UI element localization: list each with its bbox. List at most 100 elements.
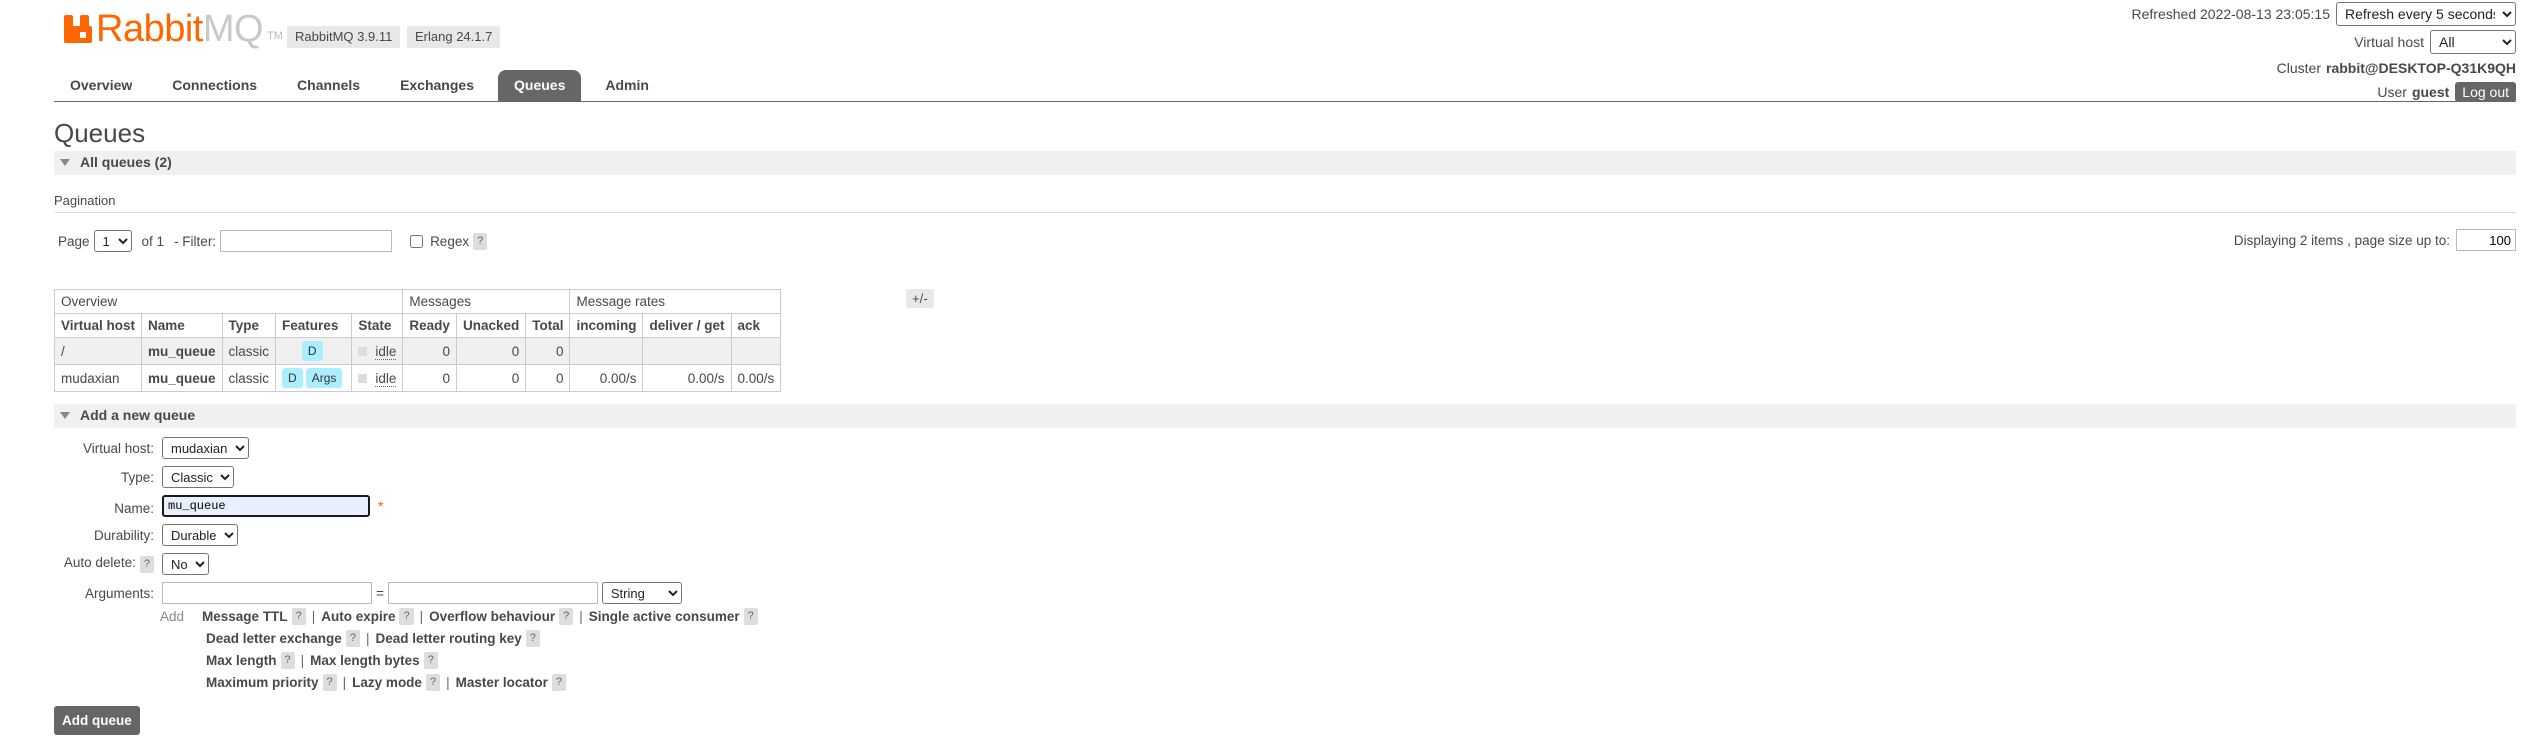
page-count: of 1 [141, 233, 165, 249]
help-icon[interactable]: ? [280, 651, 295, 669]
virtual-host-filter-select[interactable]: All [2430, 30, 2516, 54]
arg-link-auto-expire[interactable]: Auto expire [321, 609, 395, 624]
help-icon[interactable]: ? [743, 607, 758, 625]
help-icon[interactable]: ? [525, 629, 540, 647]
tab-exchanges[interactable]: Exchanges [384, 70, 490, 102]
arg-link-max-length-bytes[interactable]: Max length bytes [310, 653, 420, 668]
arg-link-overflow-behaviour[interactable]: Overflow behaviour [429, 609, 555, 624]
tab-admin[interactable]: Admin [589, 70, 665, 102]
cell-features: D Args [275, 364, 353, 392]
help-icon[interactable]: ? [559, 607, 574, 625]
main-nav: Overview Connections Channels Exchanges … [54, 70, 673, 102]
logout-button[interactable]: Log out [2455, 82, 2516, 102]
pagination-controls: Page 1 of 1 - Filter: Regex ? [58, 230, 488, 252]
filter-input[interactable] [220, 230, 393, 252]
collapse-triangle-icon [60, 159, 70, 166]
col-ack[interactable]: ack [730, 313, 782, 338]
filter-label: - Filter: [174, 233, 217, 249]
group-message-rates: Message rates [569, 289, 782, 314]
regex-help-icon[interactable]: ? [473, 232, 488, 250]
help-icon[interactable]: ? [423, 651, 438, 669]
tab-connections[interactable]: Connections [156, 70, 273, 102]
add-queue-button[interactable]: Add queue [54, 706, 140, 735]
logo-tm: TM [267, 30, 283, 42]
rabbit-logo-icon [64, 15, 92, 43]
arg-link-message-ttl[interactable]: Message TTL [202, 609, 288, 624]
queue-name-input[interactable] [162, 495, 370, 517]
col-incoming[interactable]: incoming [569, 313, 644, 338]
page-size-input[interactable] [2456, 229, 2516, 251]
arg-link-single-active-consumer[interactable]: Single active consumer [589, 609, 740, 624]
nav-divider [54, 101, 2516, 102]
refresh-interval-select[interactable]: Refresh every 5 seconds [2336, 2, 2516, 26]
tab-queues[interactable]: Queues [498, 70, 582, 102]
state-indicator-icon [358, 347, 368, 357]
arguments-field-label: Arguments: [84, 585, 154, 601]
cluster-name: rabbit@DESKTOP-Q31K9QH [2326, 60, 2516, 76]
cell-state: idle [351, 364, 404, 392]
col-deliver-get[interactable]: deliver / get [642, 313, 732, 338]
argument-shortcut-row: Dead letter exchange? | Dead letter routi… [206, 627, 758, 649]
cell-unacked: 0 [455, 364, 527, 392]
arg-link-max-length[interactable]: Max length [206, 653, 277, 668]
arg-link-master-locator[interactable]: Master locator [456, 675, 548, 690]
status-panel: Refreshed 2022-08-13 23:05:15 Refresh ev… [2132, 0, 2516, 104]
arg-link-dead-letter-exchange[interactable]: Dead letter exchange [206, 631, 342, 646]
col-unacked[interactable]: Unacked [455, 313, 527, 338]
state-text: idle [375, 343, 397, 360]
col-total[interactable]: Total [525, 313, 571, 338]
rabbitmq-logo[interactable]: Rabbit MQ TM [64, 8, 283, 50]
help-icon[interactable]: ? [425, 673, 441, 691]
virtual-host-select[interactable]: mudaxian [162, 437, 249, 459]
col-ready[interactable]: Ready [402, 313, 457, 338]
col-name[interactable]: Name [141, 313, 223, 338]
help-icon[interactable]: ? [322, 673, 337, 691]
arg-link-lazy-mode[interactable]: Lazy mode [352, 675, 422, 690]
help-icon[interactable]: ? [399, 607, 414, 625]
queue-type-select[interactable]: Classic [162, 466, 234, 488]
queues-table: Overview Messages Message rates Virtual … [53, 289, 782, 392]
help-icon[interactable]: ? [551, 673, 566, 691]
argument-key-input[interactable] [162, 582, 372, 604]
pagination-divider [54, 212, 2516, 213]
logo-text-rabbit: Rabbit [96, 7, 203, 50]
cell-vhost: mudaxian [53, 364, 143, 392]
argument-type-select[interactable]: String [601, 582, 682, 604]
table-row[interactable]: mudaxian mu_queue classic D Args idle 0 0… [53, 364, 782, 392]
table-header-row: Virtual host Name Type Features State Re… [53, 313, 782, 338]
queue-name-link[interactable]: mu_queue [141, 337, 223, 365]
arg-link-maximum-priority[interactable]: Maximum priority [206, 675, 319, 690]
tab-overview[interactable]: Overview [54, 70, 148, 102]
auto-delete-select[interactable]: No [162, 553, 209, 575]
page-select[interactable]: 1 [93, 230, 132, 252]
page-title: Queues [54, 118, 146, 148]
toggle-columns-button[interactable]: +/- [906, 289, 934, 308]
help-icon[interactable]: ? [345, 629, 360, 647]
table-row[interactable]: / mu_queue classic D idle 0 0 0 [53, 337, 782, 365]
argument-shortcut-row: Add Message TTL? | Auto expire? | Overflow… [160, 605, 758, 627]
add-queue-section-toggle[interactable]: Add a new queue [54, 404, 2516, 428]
user-name: guest [2411, 84, 2450, 100]
argument-shortcut-row: Maximum priority? | Lazy mode? | Master lo… [206, 671, 758, 693]
all-queues-section-toggle[interactable]: All queues (2) [54, 151, 2516, 175]
cell-type: classic [221, 364, 277, 392]
regex-checkbox[interactable] [410, 234, 424, 248]
durability-select[interactable]: Durable [162, 524, 238, 546]
auto-delete-help-icon[interactable]: ? [139, 556, 154, 573]
col-virtual-host[interactable]: Virtual host [53, 313, 143, 338]
col-type[interactable]: Type [221, 313, 277, 338]
queue-name-link[interactable]: mu_queue [141, 364, 223, 392]
auto-delete-label-text: Auto delete: [63, 555, 136, 570]
name-field-label: Name: [114, 500, 154, 516]
col-state[interactable]: State [351, 313, 404, 338]
collapse-triangle-icon [60, 412, 70, 419]
table-group-header-row: Overview Messages Message rates [53, 289, 782, 314]
arg-link-dead-letter-routing-key[interactable]: Dead letter routing key [375, 631, 521, 646]
cell-type: classic [221, 337, 277, 365]
help-icon[interactable]: ? [291, 607, 306, 625]
col-features[interactable]: Features [275, 313, 353, 338]
tab-channels[interactable]: Channels [281, 70, 376, 102]
erlang-version-badge: Erlang 24.1.7 [407, 26, 501, 48]
argument-value-input[interactable] [387, 582, 598, 604]
page-label: Page [58, 233, 90, 249]
